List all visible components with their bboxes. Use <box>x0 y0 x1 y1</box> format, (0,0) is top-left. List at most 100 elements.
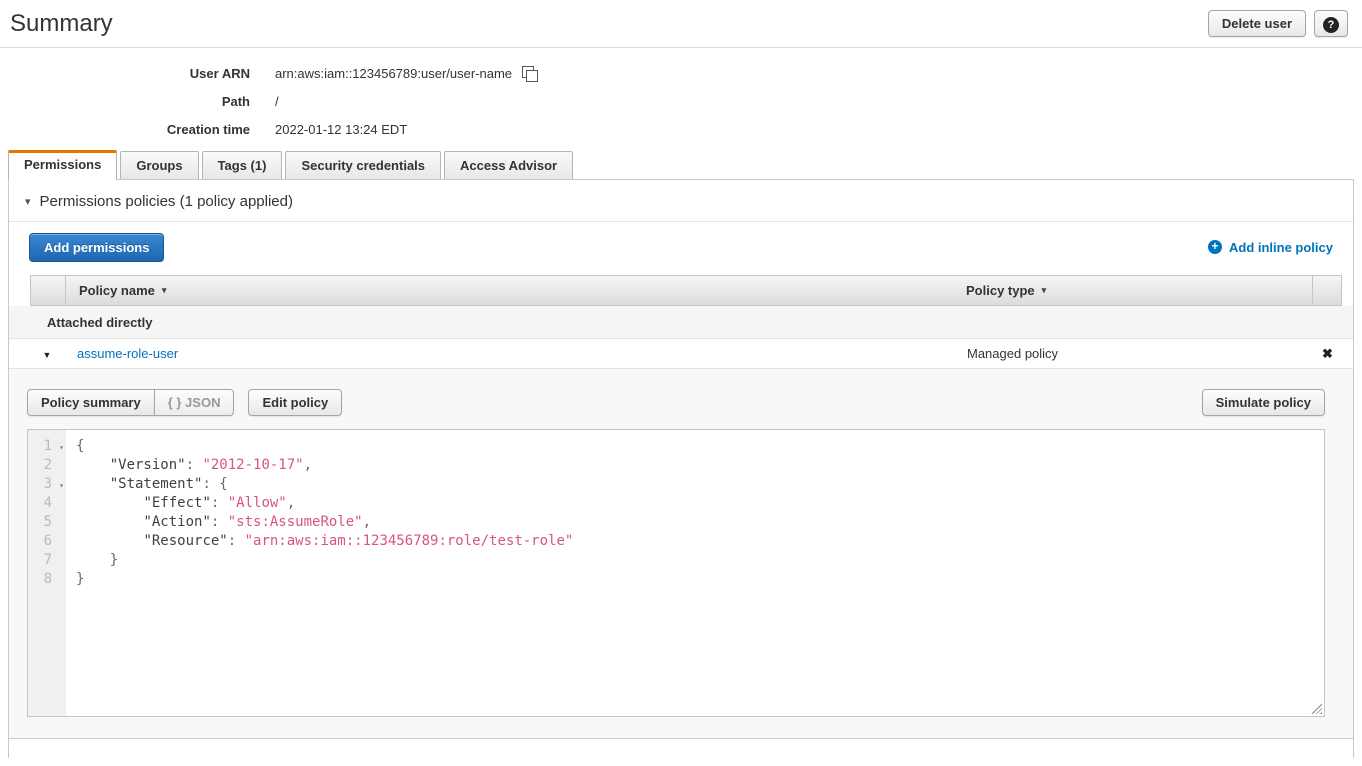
column-policy-type[interactable]: Policy type ▾ <box>953 276 1312 305</box>
policy-row: ▼ assume-role-user Managed policy ✖ <box>9 339 1353 369</box>
simulate-policy-button[interactable]: Simulate policy <box>1202 389 1325 416</box>
code-token: "Effect" <box>143 495 210 511</box>
policy-name-link[interactable]: assume-role-user <box>77 346 178 361</box>
code-token <box>76 533 143 549</box>
detail-value-text: 2022-01-12 13:24 EDT <box>275 122 407 137</box>
code-token: "Statement" <box>110 476 203 492</box>
page-header: Summary Delete user ? <box>0 0 1362 48</box>
code-line: { <box>76 437 573 456</box>
delete-user-button[interactable]: Delete user <box>1208 10 1306 37</box>
code-token: "Allow" <box>228 495 287 511</box>
page-title: Summary <box>10 10 113 38</box>
add-inline-policy-label: Add inline policy <box>1229 240 1333 255</box>
line-number: 8 <box>28 570 66 589</box>
policy-summary-button[interactable]: Policy summary <box>27 389 155 416</box>
row-expand-toggle[interactable]: ▼ <box>30 346 64 361</box>
group-row-attached-directly: Attached directly <box>9 306 1353 339</box>
policy-name-column-label: Policy name <box>79 283 155 298</box>
line-number: 3▾ <box>28 475 66 494</box>
code-token: , <box>363 514 371 530</box>
add-inline-policy-link[interactable]: + Add inline policy <box>1208 240 1333 255</box>
expand-column-header <box>31 276 65 305</box>
line-number: 1▾ <box>28 437 66 456</box>
code-line: } <box>76 551 573 570</box>
column-policy-name[interactable]: Policy name ▾ <box>65 276 953 305</box>
tab-security-credentials[interactable]: Security credentials <box>285 151 441 179</box>
detach-policy-cell: ✖ <box>1313 346 1342 362</box>
code-line: "Version": "2012-10-17", <box>76 456 573 475</box>
code-token: : <box>211 495 228 511</box>
edit-policy-button[interactable]: Edit policy <box>248 389 342 416</box>
code-token: : { <box>202 476 227 492</box>
tab-access-advisor[interactable]: Access Advisor <box>444 151 573 179</box>
permissions-tab-panel: ▾ Permissions policies (1 policy applied… <box>8 180 1354 758</box>
code-line: "Statement": { <box>76 475 573 494</box>
code-token <box>76 514 143 530</box>
tab-groups[interactable]: Groups <box>120 151 198 179</box>
code-token: : <box>211 514 228 530</box>
code-line: "Effect": "Allow", <box>76 494 573 513</box>
code-token: , <box>304 457 312 473</box>
code-token: "Resource" <box>143 533 227 549</box>
detail-label: User ARN <box>0 66 250 81</box>
code-token: } <box>76 571 84 587</box>
policy-actions-row: Add permissions + Add inline policy <box>9 222 1353 272</box>
tab-tags-1[interactable]: Tags (1) <box>202 151 283 179</box>
header-actions: Delete user ? <box>1208 10 1348 37</box>
code-token: "arn:aws:iam::123456789:role/test-role" <box>245 533 574 549</box>
detail-row-creation-time: Creation time 2022-01-12 13:24 EDT <box>0 122 1362 137</box>
detail-value: arn:aws:iam::123456789:user/user-name <box>275 66 537 81</box>
add-permissions-button[interactable]: Add permissions <box>29 233 164 262</box>
code-token: : <box>228 533 245 549</box>
policy-view-toolbar: Policy summary { } JSON Edit policy Simu… <box>27 389 1325 416</box>
policy-view-toggle: Policy summary { } JSON <box>27 389 234 416</box>
detail-value-text: arn:aws:iam::123456789:user/user-name <box>275 66 512 81</box>
code-token: "Action" <box>143 514 210 530</box>
code-token: "2012-10-17" <box>202 457 303 473</box>
code-line: "Resource": "arn:aws:iam::123456789:role… <box>76 532 573 551</box>
detail-value: / <box>275 94 279 109</box>
line-number: 5 <box>28 513 66 532</box>
sort-caret-icon: ▾ <box>162 285 167 296</box>
detail-value: 2022-01-12 13:24 EDT <box>275 122 407 137</box>
sort-caret-icon: ▾ <box>1042 285 1047 296</box>
line-number: 7 <box>28 551 66 570</box>
code-token: "sts:AssumeRole" <box>228 514 363 530</box>
detail-row-path: Path / <box>0 94 1362 109</box>
tab-bar: PermissionsGroupsTags (1)Security creden… <box>8 150 1354 180</box>
resize-handle-icon[interactable] <box>1311 703 1322 714</box>
code-token <box>76 476 110 492</box>
code-token: } <box>110 552 118 568</box>
policy-type-column-label: Policy type <box>966 283 1035 298</box>
policy-table-header: Policy name ▾ Policy type ▾ <box>30 275 1342 306</box>
help-icon: ? <box>1323 17 1339 33</box>
permissions-policies-heading: Permissions policies (1 policy applied) <box>40 193 293 210</box>
detail-value-text: / <box>275 94 279 109</box>
help-button[interactable]: ? <box>1314 10 1348 37</box>
user-details: User ARN arn:aws:iam::123456789:user/user… <box>0 48 1362 137</box>
actions-column-header <box>1312 276 1341 305</box>
code-token <box>76 552 110 568</box>
line-number: 2 <box>28 456 66 475</box>
json-button[interactable]: { } JSON <box>154 389 235 416</box>
plus-icon: + <box>1208 240 1222 254</box>
detail-label: Creation time <box>0 122 250 137</box>
code-token <box>76 457 110 473</box>
code-token: { <box>76 438 84 454</box>
policy-type-value: Managed policy <box>954 346 1313 361</box>
editor-code[interactable]: { "Version": "2012-10-17", "Statement": … <box>66 430 573 716</box>
detail-row-user-arn: User ARN arn:aws:iam::123456789:user/user… <box>0 66 1362 81</box>
code-token: , <box>287 495 295 511</box>
detail-label: Path <box>0 94 250 109</box>
copy-icon[interactable] <box>522 66 537 81</box>
collapse-caret-icon[interactable]: ▾ <box>25 195 31 208</box>
fold-icon[interactable]: ▾ <box>59 438 64 457</box>
editor-gutter: 1▾23▾45678 <box>28 430 66 716</box>
json-editor[interactable]: 1▾23▾45678 { "Version": "2012-10-17", "S… <box>27 429 1325 717</box>
code-token: : <box>186 457 203 473</box>
detach-policy-icon[interactable]: ✖ <box>1322 346 1333 361</box>
tab-permissions[interactable]: Permissions <box>8 150 117 180</box>
fold-icon[interactable]: ▾ <box>59 476 64 495</box>
code-line: } <box>76 570 573 589</box>
code-token: "Version" <box>110 457 186 473</box>
